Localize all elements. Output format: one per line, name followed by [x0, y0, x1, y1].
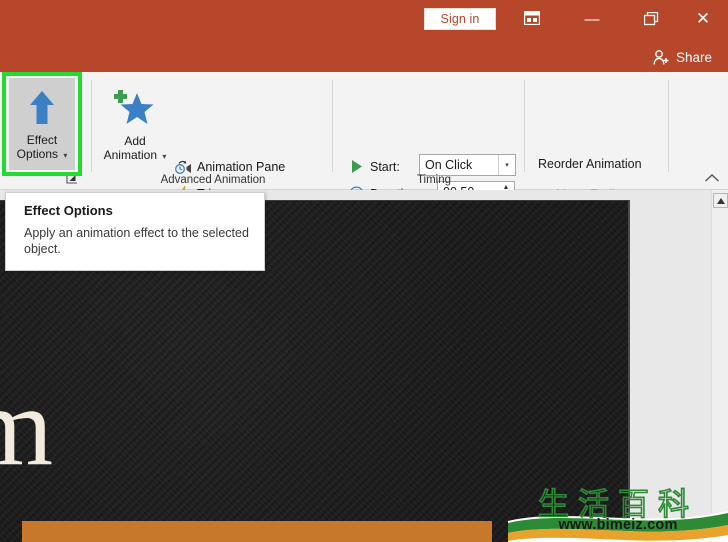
share-button[interactable]: Share: [653, 46, 712, 68]
ribbon-animations-tab: Effect Options ▾ Add Animation ▾ Animati…: [0, 72, 728, 230]
play-triangle-icon: [348, 158, 365, 175]
dialog-launcher-icon: [66, 173, 77, 184]
collapse-ribbon-button[interactable]: [702, 170, 722, 188]
sign-in-button[interactable]: Sign in: [424, 8, 496, 30]
effect-options-label: Effect Options ▾: [17, 133, 68, 163]
animation-dialog-launcher[interactable]: [66, 172, 80, 186]
effect-options-line1: Effect: [26, 133, 58, 147]
ribbon-display-options-glyph: [523, 10, 541, 26]
animation-pane-icon: [175, 159, 192, 176]
slide-title-text[interactable]: m: [0, 371, 53, 483]
effect-options-line2: Options: [16, 147, 58, 161]
reorder-animation-title: Reorder Animation: [538, 157, 642, 171]
watermark-url: www.bimeiz.com: [558, 517, 678, 533]
share-label: Share: [675, 49, 712, 65]
add-animation-label: Add Animation ▾: [104, 134, 167, 164]
add-animation-star-icon: [114, 90, 154, 124]
add-animation-line1: Add: [124, 134, 146, 148]
slide-accent-bar[interactable]: [22, 521, 492, 542]
group-separator-1: [91, 80, 92, 172]
add-animation-caret: ▾: [162, 152, 167, 161]
add-animation-line2: Animation: [103, 148, 157, 162]
share-person-icon: [653, 49, 669, 65]
timing-group-label: Timing: [416, 174, 452, 186]
advanced-animation-group-label: Advanced Animation: [160, 174, 266, 186]
restore-button[interactable]: [636, 7, 666, 31]
scroll-up-arrow-icon: [716, 197, 725, 204]
start-dropdown[interactable]: On Click ▾: [419, 154, 516, 176]
title-bar: Sign in — ✕ Share: [0, 0, 728, 72]
start-label: Start:: [370, 159, 400, 174]
tooltip-body: Apply an animation effect to the selecte…: [24, 226, 249, 256]
watermark: 生活百科 www.bimeiz.com: [508, 477, 728, 542]
group-separator-2: [332, 80, 333, 172]
ribbon-display-options-icon[interactable]: [517, 7, 547, 31]
close-button[interactable]: ✕: [688, 7, 718, 31]
scroll-up-button[interactable]: [713, 193, 728, 208]
effect-options-caret: ▾: [63, 151, 68, 160]
animation-pane-label: Animation Pane: [197, 160, 286, 174]
group-separator-4: [668, 80, 669, 172]
restore-window-icon: [643, 11, 658, 26]
effect-options-button[interactable]: Effect Options ▾: [9, 78, 75, 170]
start-dropdown-caret[interactable]: ▾: [498, 155, 515, 175]
chevron-up-icon: [705, 174, 719, 182]
minimize-button[interactable]: —: [577, 7, 607, 31]
group-separator-3: [524, 80, 525, 172]
start-value: On Click: [425, 158, 473, 172]
add-animation-button[interactable]: Add Animation ▾: [100, 78, 170, 174]
tooltip-title: Effect Options: [24, 203, 113, 218]
effect-options-tooltip: Effect Options Apply an animation effect…: [5, 192, 265, 271]
up-arrow-icon: [30, 91, 54, 124]
